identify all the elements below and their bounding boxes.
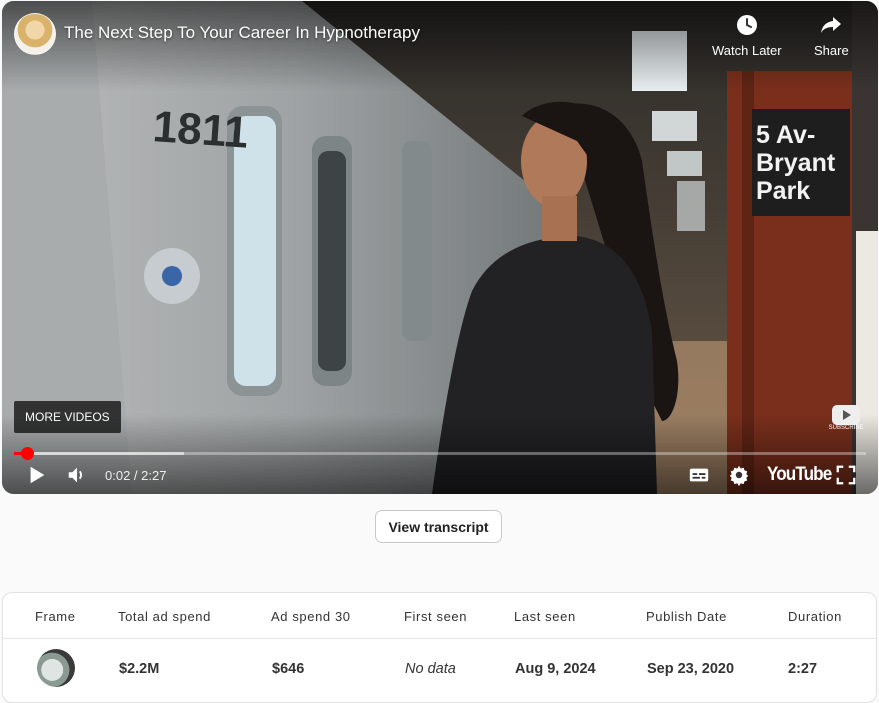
first-seen-value: No data [405,661,456,677]
captions-button[interactable] [688,463,710,487]
duration-value: 2:27 [788,661,818,677]
header-divider [3,638,876,639]
progress-bar[interactable] [14,447,866,460]
column-header-total-ad-spend: Total ad spend [118,609,211,624]
share-label: Share [814,43,849,58]
captions-icon [689,468,709,482]
play-icon [30,466,45,484]
play-button[interactable] [26,463,48,487]
share-button[interactable]: Share [814,13,849,58]
frame-thumbnail[interactable] [37,649,75,687]
progress-buffered [14,452,185,455]
more-videos-button[interactable]: MORE VIDEOS [14,401,121,433]
scene-sign-line-1: 5 Av- [756,121,815,149]
watch-later-button[interactable]: Watch Later [712,13,782,58]
fullscreen-icon [836,465,856,485]
fullscreen-button[interactable] [835,463,857,487]
column-header-duration: Duration [788,609,842,624]
publish-date-value: Sep 23, 2020 [647,661,735,677]
settings-button[interactable] [728,463,750,487]
share-arrow-icon [821,17,842,33]
ad-spend-30-value: $646 [272,661,305,677]
column-header-ad-spend-30: Ad spend 30 [271,609,351,624]
time-display: 0:02 / 2:27 [105,467,167,483]
subscribe-label: SUBSCRIBE [828,425,864,431]
svg-text:1811: 1811 [151,102,250,158]
scene-sign-line-3: Park [756,177,810,205]
clock-icon [736,15,757,35]
video-title[interactable]: The Next Step To Your Career In Hypnothe… [64,23,420,43]
view-transcript-button[interactable]: View transcript [375,510,502,543]
video-player[interactable]: 1811 5 Av- Bryant Park The Next Step To … [2,1,878,494]
column-header-frame: Frame [35,609,76,624]
ad-stats-table: Frame Total ad spend Ad spend 30 First s… [2,592,877,703]
scrubber-handle[interactable] [20,447,34,460]
scene-sign-line-2: Bryant [756,149,836,177]
column-header-first-seen: First seen [404,609,468,624]
column-header-last-seen: Last seen [514,609,576,624]
youtube-play-icon [832,405,860,425]
gear-icon [729,465,749,486]
watch-later-label: Watch Later [712,43,782,58]
last-seen-value: Aug 9, 2024 [515,661,596,677]
column-header-publish-date: Publish Date [646,609,727,624]
channel-avatar[interactable] [14,13,56,55]
youtube-logo-button[interactable]: YouTube [767,463,832,487]
subscribe-watermark[interactable]: SUBSCRIBE [828,405,864,435]
total-ad-spend-value: $2.2M [119,661,160,677]
volume-icon [68,467,83,483]
volume-button[interactable] [66,463,88,487]
